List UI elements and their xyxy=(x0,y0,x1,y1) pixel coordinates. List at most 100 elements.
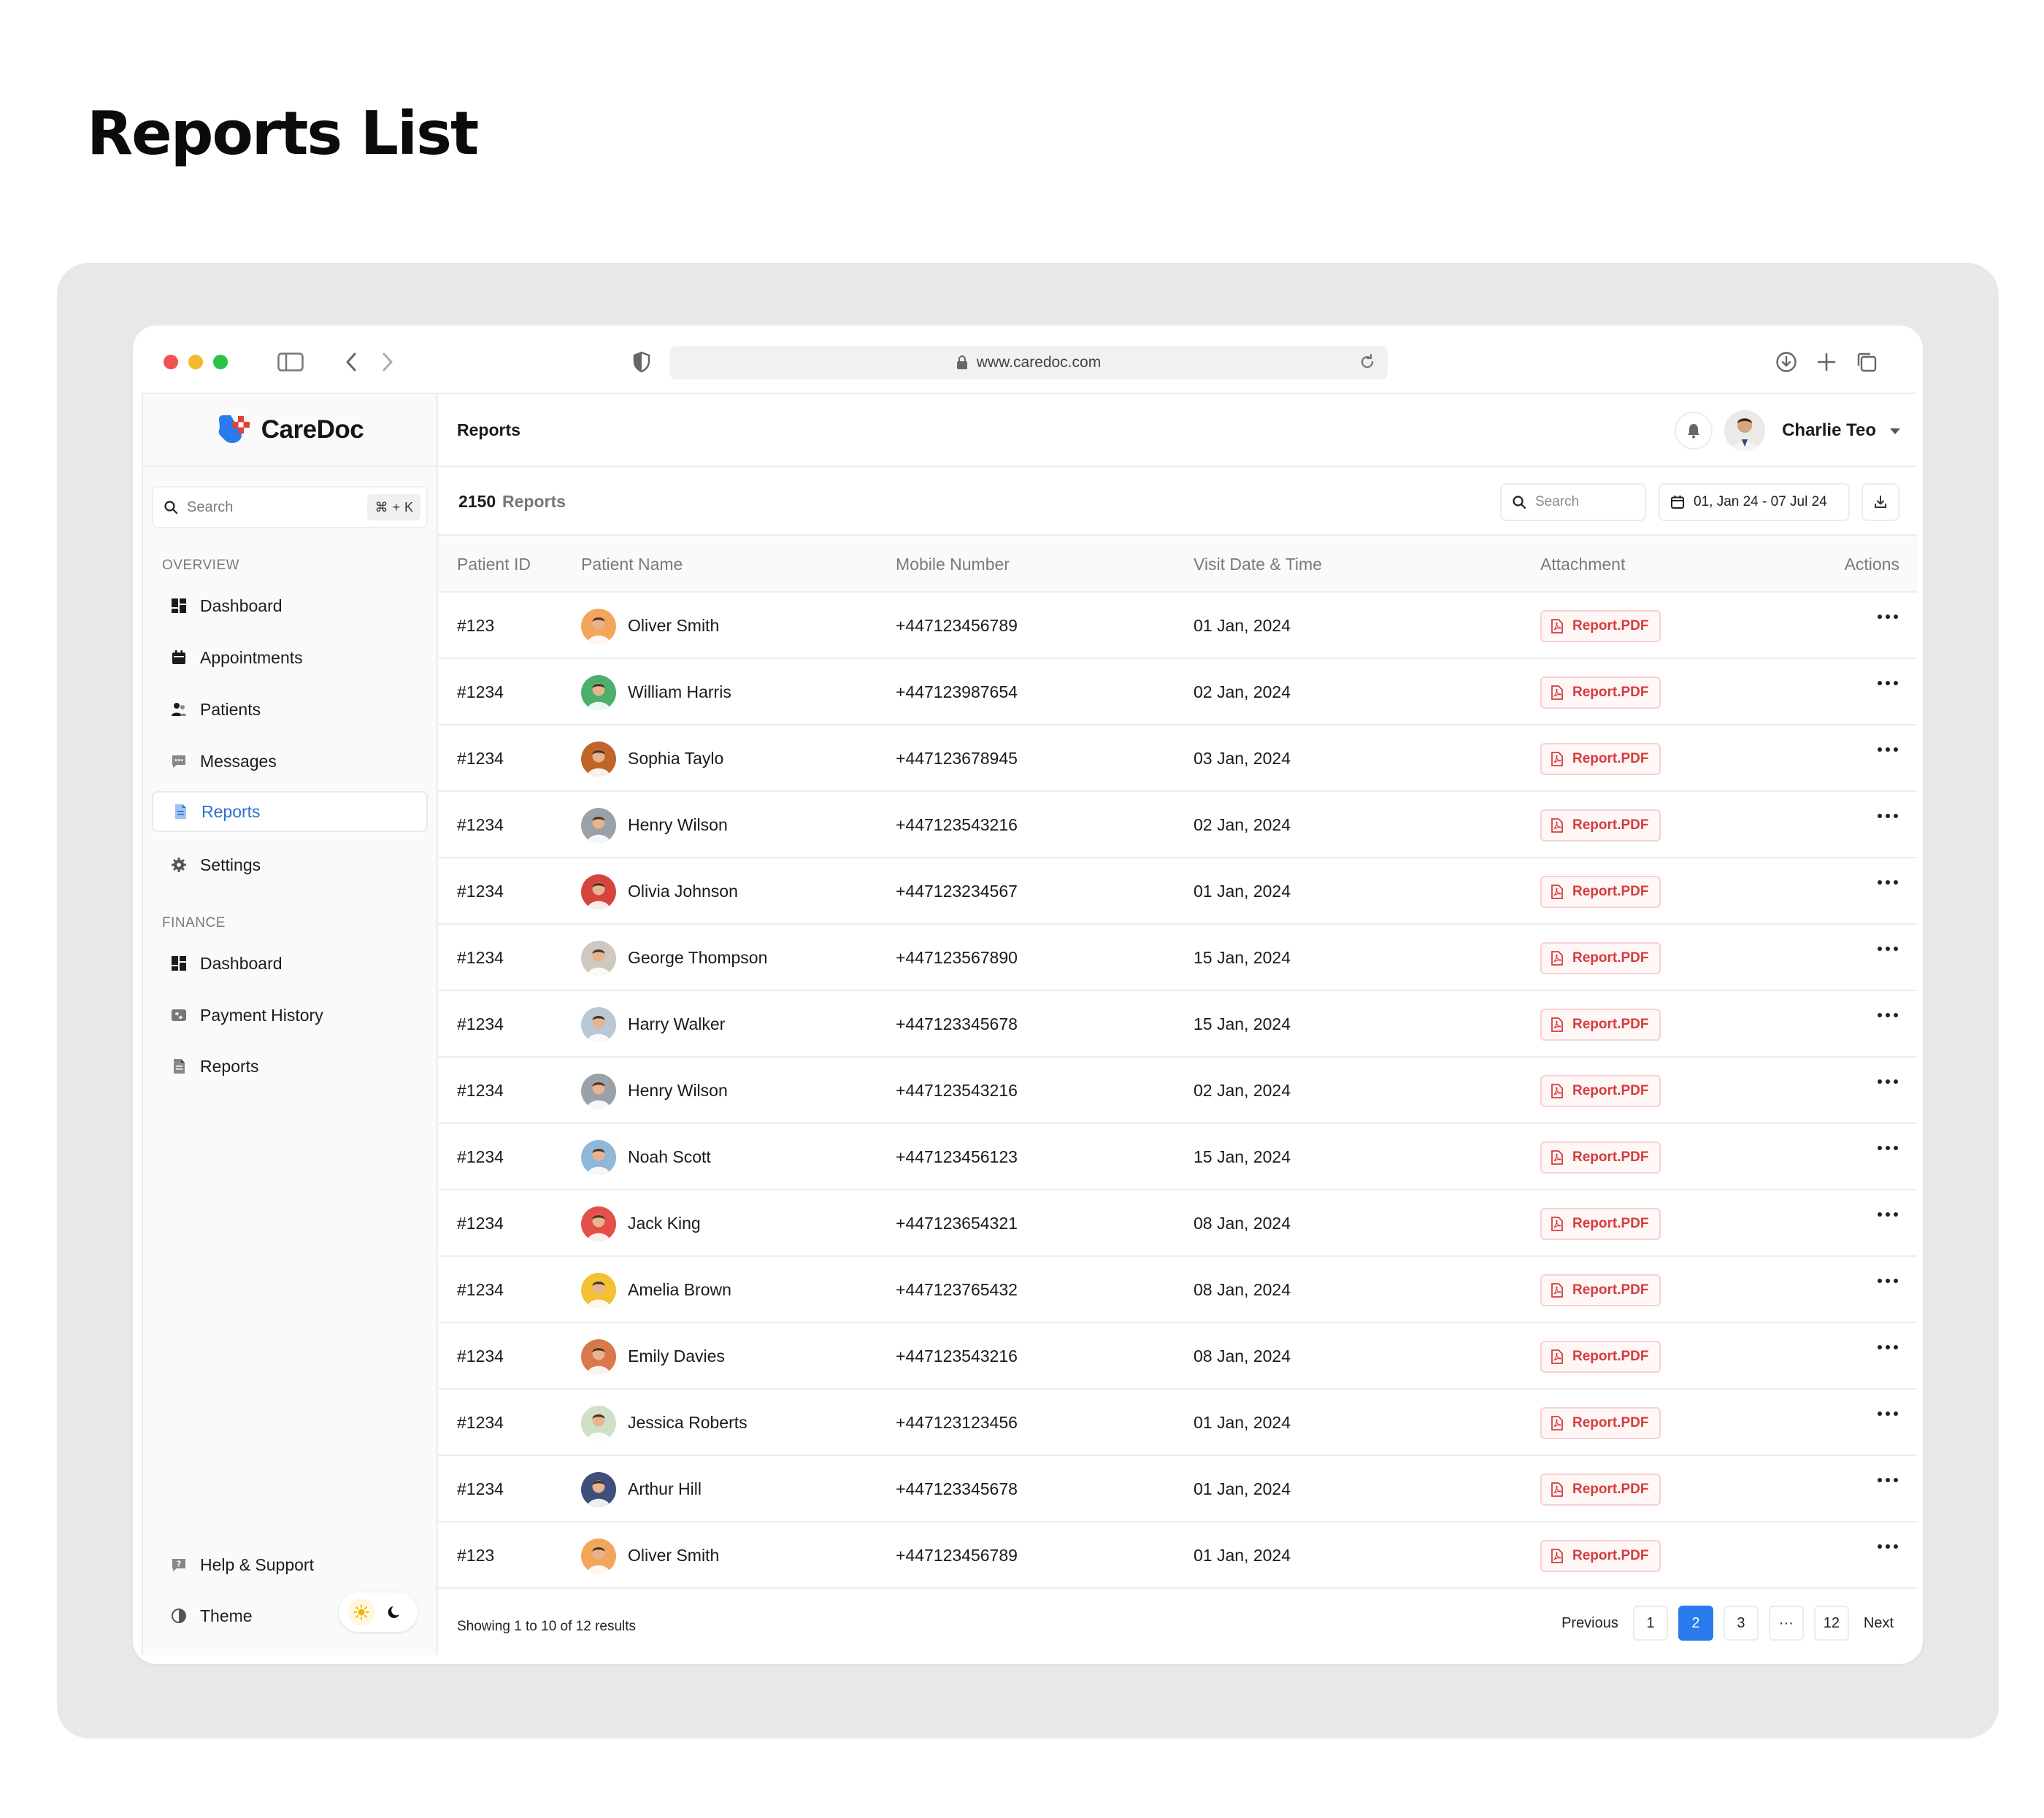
row-actions-menu-icon[interactable] xyxy=(1878,947,1898,951)
pagination-page-active[interactable]: 2 xyxy=(1678,1606,1713,1641)
row-actions-menu-icon[interactable] xyxy=(1878,1279,1898,1283)
pagination-page[interactable]: 12 xyxy=(1813,1606,1849,1641)
report-pdf-attachment[interactable]: Report.PDF xyxy=(1540,1540,1661,1572)
row-actions-menu-icon[interactable] xyxy=(1878,814,1898,818)
address-bar[interactable]: www.caredoc.com xyxy=(669,346,1388,380)
row-actions-menu-icon[interactable] xyxy=(1878,1478,1898,1482)
row-actions-menu-icon[interactable] xyxy=(1878,880,1898,885)
shield-icon[interactable] xyxy=(632,347,651,377)
sun-icon[interactable] xyxy=(347,1598,375,1626)
row-actions-menu-icon[interactable] xyxy=(1878,615,1898,619)
chevron-down-icon[interactable] xyxy=(1889,428,1901,435)
sidebar-item-reports[interactable]: Reports xyxy=(152,791,428,832)
patient-name[interactable]: Jessica Roberts xyxy=(628,1413,748,1433)
row-actions-menu-icon[interactable] xyxy=(1878,1079,1898,1084)
report-pdf-attachment[interactable]: Report.PDF xyxy=(1540,610,1661,642)
moon-icon[interactable] xyxy=(381,1598,409,1626)
report-pdf-attachment[interactable]: Report.PDF xyxy=(1540,1341,1661,1373)
row-actions-menu-icon[interactable] xyxy=(1878,1212,1898,1217)
pagination-next[interactable]: Next xyxy=(1859,1615,1898,1632)
report-pdf-attachment[interactable]: Report.PDF xyxy=(1540,942,1661,974)
table-row[interactable]: #123 Oliver Smith +447123456789 01 Jan, 202… xyxy=(438,1522,1917,1589)
table-row[interactable]: #1234 William Harris +447123987654 02 Jan, … xyxy=(438,659,1917,725)
row-actions-menu-icon[interactable] xyxy=(1878,681,1898,685)
patient-name[interactable]: Jack King xyxy=(628,1214,701,1233)
sidebar-item-appointments[interactable]: Appointments xyxy=(152,637,428,678)
table-row[interactable]: #1234 Harry Walker +447123345678 15 Jan, 20… xyxy=(438,991,1917,1058)
minimize-window-button[interactable] xyxy=(188,355,203,369)
table-row[interactable]: #1234 Noah Scott +447123456123 15 Jan, 2024… xyxy=(438,1124,1917,1190)
table-row[interactable]: #1234 Jessica Roberts +447123123456 01 Jan,… xyxy=(438,1390,1917,1456)
sidebar-item-payment-history[interactable]: Payment History xyxy=(152,995,428,1036)
report-pdf-attachment[interactable]: Report.PDF xyxy=(1540,1075,1661,1107)
maximize-window-button[interactable] xyxy=(213,355,228,369)
sidebar-item-finance-reports[interactable]: Reports xyxy=(152,1046,428,1087)
report-pdf-attachment[interactable]: Report.PDF xyxy=(1540,1009,1661,1041)
report-pdf-attachment[interactable]: Report.PDF xyxy=(1540,677,1661,709)
patient-name[interactable]: Amelia Brown xyxy=(628,1280,731,1300)
sidebar-item-settings[interactable]: Settings xyxy=(152,844,428,885)
sidebar-item-finance-dashboard[interactable]: Dashboard xyxy=(152,943,428,984)
pagination-page[interactable]: 1 xyxy=(1632,1606,1668,1641)
table-row[interactable]: #123 Oliver Smith +447123456789 01 Jan, 202… xyxy=(438,593,1917,659)
table-row[interactable]: #1234 Henry Wilson +447123543216 02 Jan, 20… xyxy=(438,792,1917,858)
column-header-patient-id[interactable]: Patient ID xyxy=(457,555,531,574)
row-actions-menu-icon[interactable] xyxy=(1878,1013,1898,1017)
tabs-overview-icon[interactable] xyxy=(1856,347,1878,377)
table-row[interactable]: #1234 Amelia Brown +447123765432 08 Jan, 20… xyxy=(438,1257,1917,1323)
notification-button[interactable] xyxy=(1675,412,1713,450)
table-row[interactable]: #1234 Jack King +447123654321 08 Jan, 2024 R… xyxy=(438,1190,1917,1257)
table-row[interactable]: #1234 Arthur Hill +447123345678 01 Jan, 202… xyxy=(438,1456,1917,1522)
download-button[interactable] xyxy=(1862,483,1899,521)
row-actions-menu-icon[interactable] xyxy=(1878,1544,1898,1549)
user-name[interactable]: Charlie Teo xyxy=(1782,420,1876,441)
theme-toggle[interactable] xyxy=(339,1592,418,1632)
column-header-attachment[interactable]: Attachment xyxy=(1540,555,1625,574)
sidebar-search-input[interactable]: Search ⌘ + K xyxy=(152,486,428,528)
pagination-ellipsis[interactable]: ··· xyxy=(1768,1606,1804,1641)
patient-name[interactable]: Henry Wilson xyxy=(628,815,728,835)
pagination-page[interactable]: 3 xyxy=(1723,1606,1759,1641)
close-window-button[interactable] xyxy=(164,355,178,369)
report-pdf-attachment[interactable]: Report.PDF xyxy=(1540,1274,1661,1306)
column-header-mobile-number[interactable]: Mobile Number xyxy=(896,555,1010,574)
report-pdf-attachment[interactable]: Report.PDF xyxy=(1540,876,1661,908)
patient-name[interactable]: Noah Scott xyxy=(628,1147,711,1167)
row-actions-menu-icon[interactable] xyxy=(1878,1345,1898,1349)
sidebar-item-dashboard[interactable]: Dashboard xyxy=(152,585,428,626)
patient-name[interactable]: Sophia Taylo xyxy=(628,749,723,769)
patient-name[interactable]: George Thompson xyxy=(628,948,767,968)
reload-icon[interactable] xyxy=(1359,353,1376,371)
sidebar-toggle-icon[interactable] xyxy=(277,347,304,377)
forward-icon[interactable] xyxy=(381,347,394,377)
pagination-previous[interactable]: Previous xyxy=(1557,1615,1623,1632)
row-actions-menu-icon[interactable] xyxy=(1878,1411,1898,1416)
brand-logo[interactable]: CareDoc xyxy=(143,394,437,467)
patient-name[interactable]: Olivia Johnson xyxy=(628,882,738,901)
row-actions-menu-icon[interactable] xyxy=(1878,1146,1898,1150)
avatar[interactable] xyxy=(1724,410,1765,451)
patient-name[interactable]: William Harris xyxy=(628,682,731,702)
table-search-input[interactable]: Search xyxy=(1500,483,1646,521)
patient-name[interactable]: Oliver Smith xyxy=(628,616,719,636)
column-header-visit-date[interactable]: Visit Date & Time xyxy=(1194,555,1322,574)
sidebar-item-messages[interactable]: Messages xyxy=(152,741,428,782)
report-pdf-attachment[interactable]: Report.PDF xyxy=(1540,809,1661,841)
sidebar-item-patients[interactable]: Patients xyxy=(152,689,428,730)
report-pdf-attachment[interactable]: Report.PDF xyxy=(1540,1208,1661,1240)
patient-name[interactable]: Emily Davies xyxy=(628,1347,725,1366)
patient-name[interactable]: Arthur Hill xyxy=(628,1479,702,1499)
patient-name[interactable]: Harry Walker xyxy=(628,1014,725,1034)
sidebar-item-help-support[interactable]: ? Help & Support xyxy=(152,1544,428,1585)
report-pdf-attachment[interactable]: Report.PDF xyxy=(1540,743,1661,775)
table-row[interactable]: #1234 Sophia Taylo +447123678945 03 Jan, 20… xyxy=(438,725,1917,792)
back-icon[interactable] xyxy=(345,347,358,377)
row-actions-menu-icon[interactable] xyxy=(1878,747,1898,752)
table-row[interactable]: #1234 Olivia Johnson +447123234567 01 Jan, … xyxy=(438,858,1917,925)
report-pdf-attachment[interactable]: Report.PDF xyxy=(1540,1474,1661,1506)
patient-name[interactable]: Henry Wilson xyxy=(628,1081,728,1101)
downloads-icon[interactable] xyxy=(1775,347,1797,377)
new-tab-icon[interactable] xyxy=(1816,347,1837,377)
column-header-patient-name[interactable]: Patient Name xyxy=(581,555,683,574)
table-row[interactable]: #1234 Emily Davies +447123543216 08 Jan, 20… xyxy=(438,1323,1917,1390)
